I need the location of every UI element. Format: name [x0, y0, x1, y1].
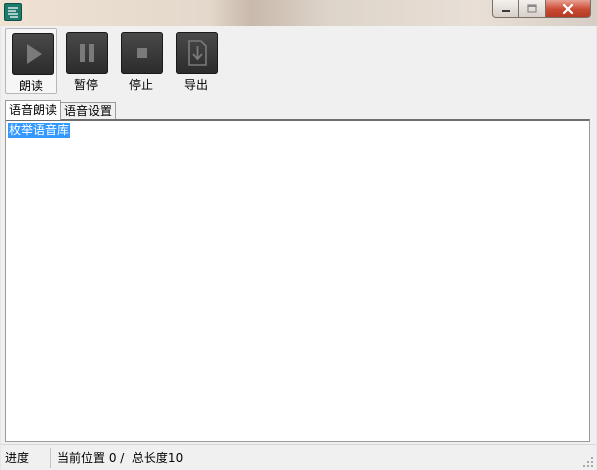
minimize-button[interactable] — [492, 0, 519, 18]
read-aloud-label: 朗读 — [18, 79, 43, 93]
tab-strip: 语音朗读 语音设置 — [5, 100, 117, 120]
tab-voice-reading[interactable]: 语音朗读 — [5, 100, 62, 120]
caption-buttons — [492, 0, 591, 19]
read-aloud-button[interactable]: 朗读 — [5, 28, 57, 94]
close-icon — [562, 3, 574, 14]
pause-button[interactable]: 暂停 — [60, 28, 112, 94]
position-readout: 当前位置 0 / 总长度10 — [57, 450, 184, 465]
toolbar: 朗读 暂停 停止 导出 — [5, 28, 225, 96]
play-icon — [12, 33, 54, 75]
resize-grip-icon[interactable] — [582, 456, 594, 468]
export-button[interactable]: 导出 — [170, 28, 222, 94]
close-button[interactable] — [546, 0, 591, 18]
app-window: 朗读 暂停 停止 导出 语音朗读 语音设置 枚举语音库 进度 当前位置 0 / … — [0, 0, 597, 470]
app-logo-icon[interactable] — [4, 3, 22, 21]
pause-label: 暂停 — [73, 78, 98, 92]
text-editor[interactable]: 枚举语音库 — [5, 119, 590, 442]
maximize-button[interactable] — [519, 0, 546, 18]
status-bar: 进度 当前位置 0 / 总长度10 — [1, 444, 596, 470]
stop-label: 停止 — [128, 78, 153, 92]
export-label: 导出 — [183, 78, 208, 92]
maximize-icon — [527, 4, 537, 13]
pause-icon — [66, 32, 108, 74]
progress-label: 进度 — [1, 447, 51, 468]
export-icon — [176, 32, 218, 74]
stop-button[interactable]: 停止 — [115, 28, 167, 94]
minimize-icon — [501, 9, 510, 12]
selected-text[interactable]: 枚举语音库 — [8, 123, 71, 138]
title-bar[interactable] — [0, 0, 597, 26]
stop-icon — [121, 32, 163, 74]
tab-voice-settings[interactable]: 语音设置 — [60, 102, 117, 120]
client-area: 朗读 暂停 停止 导出 语音朗读 语音设置 枚举语音库 进度 当前位置 0 / … — [1, 26, 596, 470]
